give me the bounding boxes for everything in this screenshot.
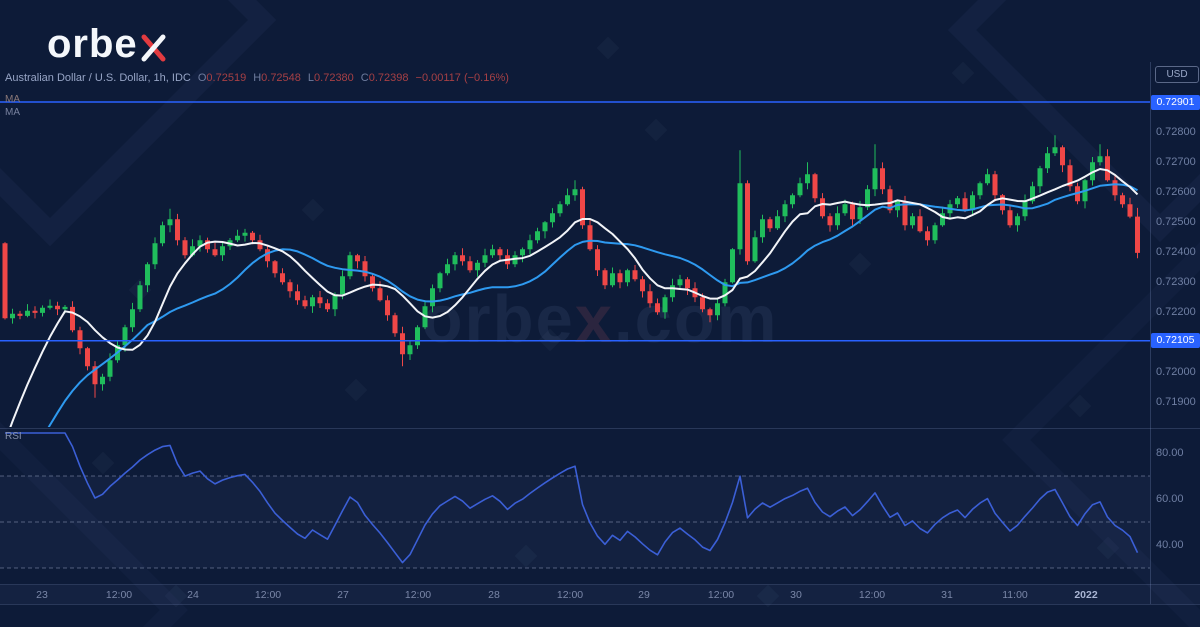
time-axis-bottom-border: [0, 604, 1200, 605]
trading-chart-screen: orbex.com orbe Australian Dollar / U.S. …: [0, 0, 1200, 627]
price-tick-label: 0.72200: [1156, 306, 1200, 318]
price-tick-label: 0.72600: [1156, 186, 1200, 198]
time-tick-label: 31: [941, 589, 953, 601]
price-chart-canvas[interactable]: [0, 0, 1200, 627]
price-tick-label: 0.71900: [1156, 396, 1200, 408]
rsi-tick-label: 60.00: [1156, 493, 1200, 505]
time-tick-label: 12:00: [255, 589, 281, 601]
time-tick-label: 27: [337, 589, 349, 601]
time-tick-label: 28: [488, 589, 500, 601]
orbex-logo: orbe: [47, 22, 167, 66]
ohlc-value: 0.72398: [369, 72, 409, 84]
time-tick-label: 23: [36, 589, 48, 601]
time-tick-label: 12:00: [557, 589, 583, 601]
level-price-badge: 0.72901: [1151, 95, 1200, 110]
candle-wicks-down: [5, 145, 1138, 397]
ma-legend-fast: MA: [5, 94, 20, 105]
candle-wicks-up: [13, 135, 1101, 390]
price-tick-label: 0.72000: [1156, 366, 1200, 378]
pane-divider[interactable]: [0, 428, 1200, 429]
price-tick-label: 0.72500: [1156, 216, 1200, 228]
logo-text: orbe: [47, 22, 138, 66]
time-tick-label: 12:00: [405, 589, 431, 601]
time-tick-label: 12:00: [859, 589, 885, 601]
chart-legend: Australian Dollar / U.S. Dollar, 1h, IDC…: [5, 72, 509, 84]
time-tick-label: 12:00: [106, 589, 132, 601]
time-axis-top-border: [0, 584, 1200, 585]
candle-bodies-down: [3, 147, 1141, 384]
ohlc-readout: O0.72519H0.72548L0.72380C0.72398: [191, 72, 409, 84]
price-tick-label: 0.72800: [1156, 126, 1200, 138]
candle-bodies-up: [10, 147, 1103, 384]
rsi-indicator-label: RSI: [5, 431, 22, 442]
time-tick-label: 29: [638, 589, 650, 601]
price-tick-label: 0.72400: [1156, 246, 1200, 258]
ma-legend-slow: MA: [5, 107, 20, 118]
rsi-tick-label: 80.00: [1156, 447, 1200, 459]
logo-x-icon: [140, 34, 167, 62]
price-tick-label: 0.72700: [1156, 156, 1200, 168]
time-tick-label: 2022: [1074, 589, 1097, 601]
symbol-title: Australian Dollar / U.S. Dollar, 1h, IDC: [5, 72, 191, 84]
time-tick-label: 11:00: [1002, 589, 1028, 601]
currency-badge[interactable]: USD: [1155, 66, 1199, 83]
price-tick-label: 0.72300: [1156, 276, 1200, 288]
time-tick-label: 24: [187, 589, 199, 601]
ma-slow-line: [5, 184, 1138, 510]
time-tick-label: 12:00: [708, 589, 734, 601]
rsi-tick-label: 40.00: [1156, 539, 1200, 551]
time-tick-label: 30: [790, 589, 802, 601]
ohlc-label: C: [361, 72, 369, 84]
rsi-pane: [0, 433, 1150, 568]
ohlc-value: 0.72380: [314, 72, 354, 84]
ohlc-label: H: [253, 72, 261, 84]
level-price-badge: 0.72105: [1151, 333, 1200, 348]
change-value: −0.00117 (−0.16%): [416, 72, 509, 84]
ohlc-value: 0.72548: [261, 72, 301, 84]
ohlc-value: 0.72519: [206, 72, 246, 84]
